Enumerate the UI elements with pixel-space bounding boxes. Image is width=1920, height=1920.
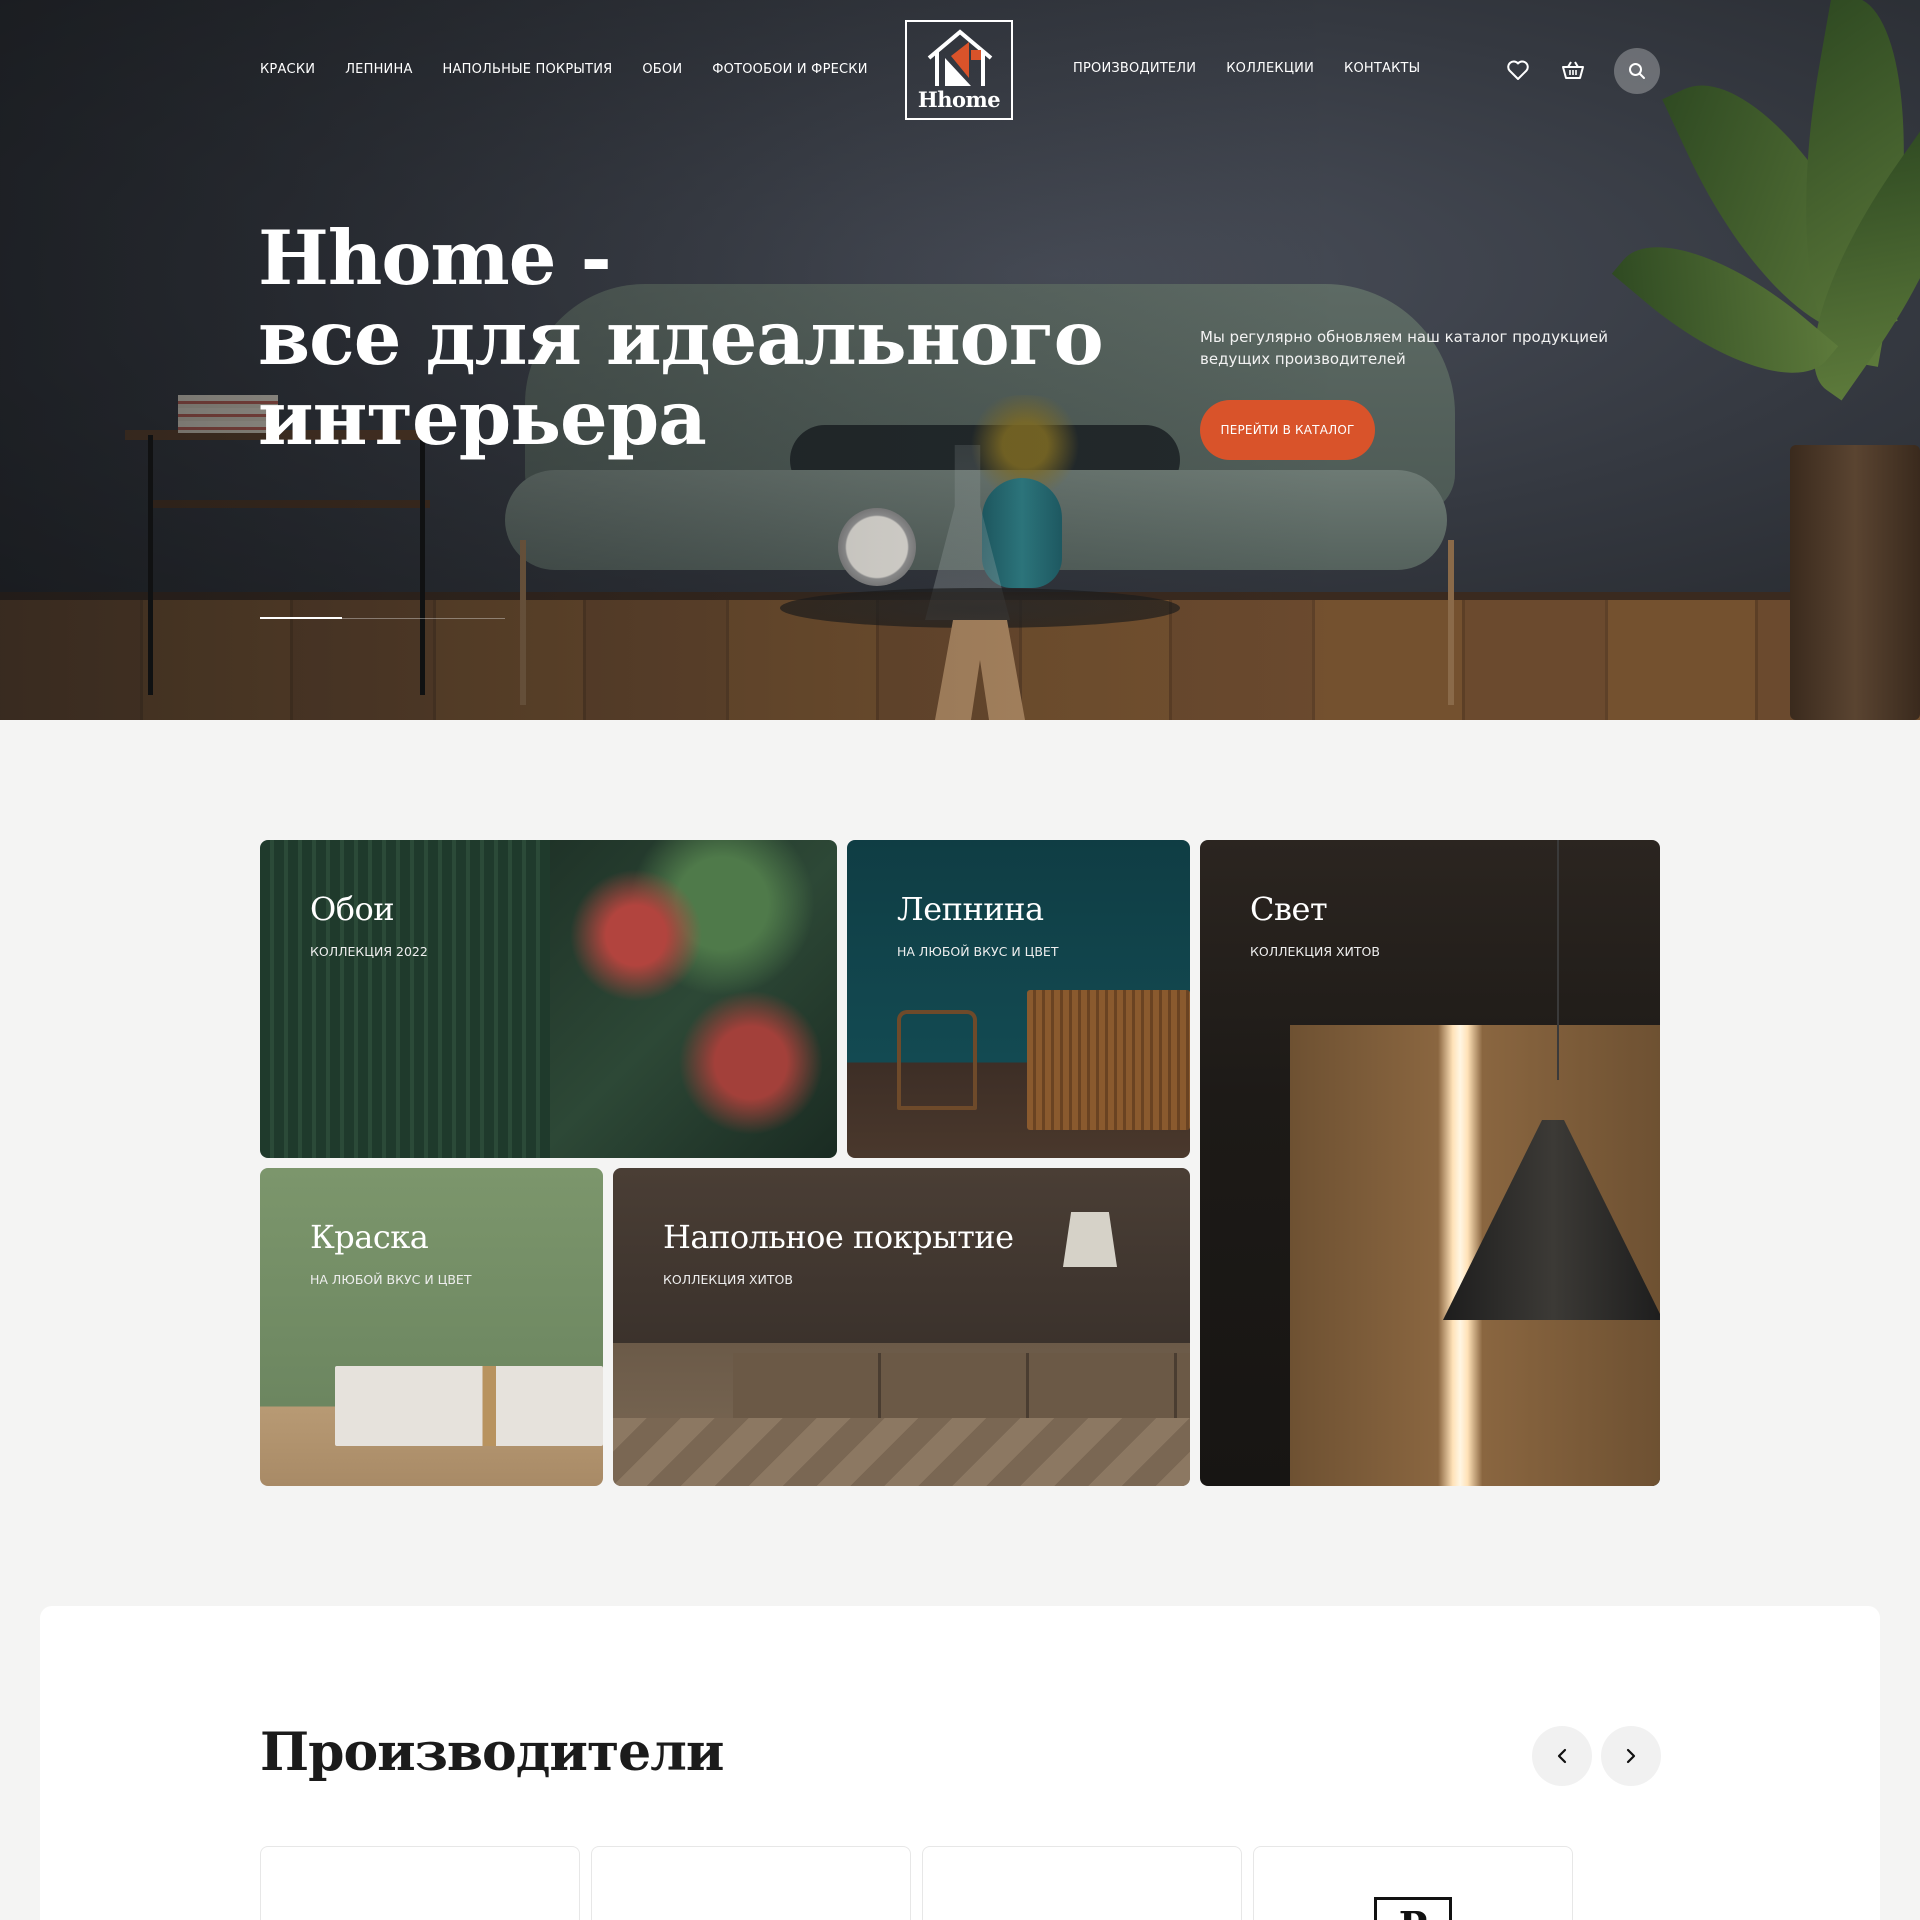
sideboard-image bbox=[1027, 990, 1190, 1130]
hero-slider-progress bbox=[260, 617, 342, 619]
manufacturer-logo: P bbox=[1374, 1897, 1452, 1920]
tropical-wallpaper-image bbox=[550, 840, 837, 1158]
category-subtitle: КОЛЛЕКЦИЯ 2022 bbox=[310, 944, 428, 959]
category-subtitle: НА ЛЮБОЙ ВКУС И ЦВЕТ bbox=[897, 944, 1059, 959]
hero-title-line: Hhome - bbox=[258, 214, 612, 302]
next-button[interactable] bbox=[1601, 1726, 1661, 1786]
hero-subtitle: Мы регулярно обновляем наш каталог проду… bbox=[1200, 328, 1608, 368]
logo-text: Hhome bbox=[917, 87, 1001, 112]
category-card-paint[interactable]: Краска НА ЛЮБОЙ ВКУС И ЦВЕТ bbox=[260, 1168, 603, 1486]
category-card-wallpaper[interactable]: Обои КОЛЛЕКЦИЯ 2022 bbox=[260, 840, 837, 1158]
manufacturer-card[interactable] bbox=[591, 1846, 911, 1920]
house-logo-icon bbox=[927, 29, 993, 86]
main-nav-right: ПРОИЗВОДИТЕЛИ КОЛЛЕКЦИИ КОНТАКТЫ bbox=[1073, 61, 1420, 76]
heart-icon bbox=[1507, 60, 1529, 80]
category-title: Обои bbox=[310, 890, 395, 928]
tv-stand-image bbox=[335, 1366, 603, 1446]
herringbone-floor-image bbox=[613, 1418, 1190, 1486]
lamp-image bbox=[1063, 1212, 1117, 1267]
nav-item-wallpaper[interactable]: ОБОИ bbox=[642, 62, 682, 77]
main-nav-left: КРАСКИ ЛЕПНИНА НАПОЛЬНЫЕ ПОКРЫТИЯ ОБОИ Ф… bbox=[260, 62, 868, 77]
chair-image bbox=[897, 1010, 977, 1110]
category-card-flooring[interactable]: Напольное покрытие КОЛЛЕКЦИЯ ХИТОВ bbox=[613, 1168, 1190, 1486]
category-card-moldings[interactable]: Лепнина НА ЛЮБОЙ ВКУС И ЦВЕТ bbox=[847, 840, 1190, 1158]
hero-title-line: интерьера bbox=[258, 374, 707, 462]
search-button[interactable] bbox=[1614, 48, 1660, 94]
category-card-light[interactable]: Свет КОЛЛЕКЦИЯ ХИТОВ bbox=[1200, 840, 1660, 1486]
basket-icon bbox=[1562, 61, 1584, 79]
category-subtitle: КОЛЛЕКЦИЯ ХИТОВ bbox=[1250, 944, 1380, 959]
cart-button[interactable] bbox=[1555, 52, 1591, 88]
prev-button[interactable] bbox=[1532, 1726, 1592, 1786]
category-subtitle: КОЛЛЕКЦИЯ ХИТОВ bbox=[663, 1272, 793, 1287]
category-title: Свет bbox=[1250, 890, 1328, 928]
catalog-button[interactable]: ПЕРЕЙТИ В КАТАЛОГ bbox=[1200, 400, 1375, 460]
manufacturer-card[interactable] bbox=[922, 1846, 1242, 1920]
manufacturers-title: Производители bbox=[260, 1722, 724, 1783]
nav-item-contacts[interactable]: КОНТАКТЫ bbox=[1344, 61, 1420, 76]
wood-cabinet-image bbox=[733, 1353, 1190, 1418]
hero-title-line: все для идеального bbox=[258, 294, 1104, 382]
search-icon bbox=[1629, 63, 1645, 79]
nav-item-paints[interactable]: КРАСКИ bbox=[260, 62, 315, 77]
category-title: Краска bbox=[310, 1218, 429, 1256]
chevron-right-icon bbox=[1626, 1748, 1636, 1764]
manufacturer-card[interactable] bbox=[260, 1846, 580, 1920]
category-subtitle: НА ЛЮБОЙ ВКУС И ЦВЕТ bbox=[310, 1272, 472, 1287]
favorites-button[interactable] bbox=[1500, 52, 1536, 88]
category-title: Напольное покрытие bbox=[663, 1218, 1014, 1256]
hero-title: Hhome - все для идеального интерьера bbox=[258, 214, 1104, 462]
manufacturer-card[interactable]: P bbox=[1253, 1846, 1573, 1920]
nav-item-manufacturers[interactable]: ПРОИЗВОДИТЕЛИ bbox=[1073, 61, 1196, 76]
nav-item-moldings[interactable]: ЛЕПНИНА bbox=[345, 62, 412, 77]
nav-item-flooring[interactable]: НАПОЛЬНЫЕ ПОКРЫТИЯ bbox=[443, 62, 613, 77]
category-title: Лепнина bbox=[897, 890, 1044, 928]
nav-item-murals[interactable]: ФОТООБОИ И ФРЕСКИ bbox=[712, 62, 867, 77]
site-logo[interactable]: Hhome bbox=[905, 20, 1013, 120]
chevron-left-icon bbox=[1557, 1748, 1567, 1764]
nav-item-collections[interactable]: КОЛЛЕКЦИИ bbox=[1226, 61, 1314, 76]
